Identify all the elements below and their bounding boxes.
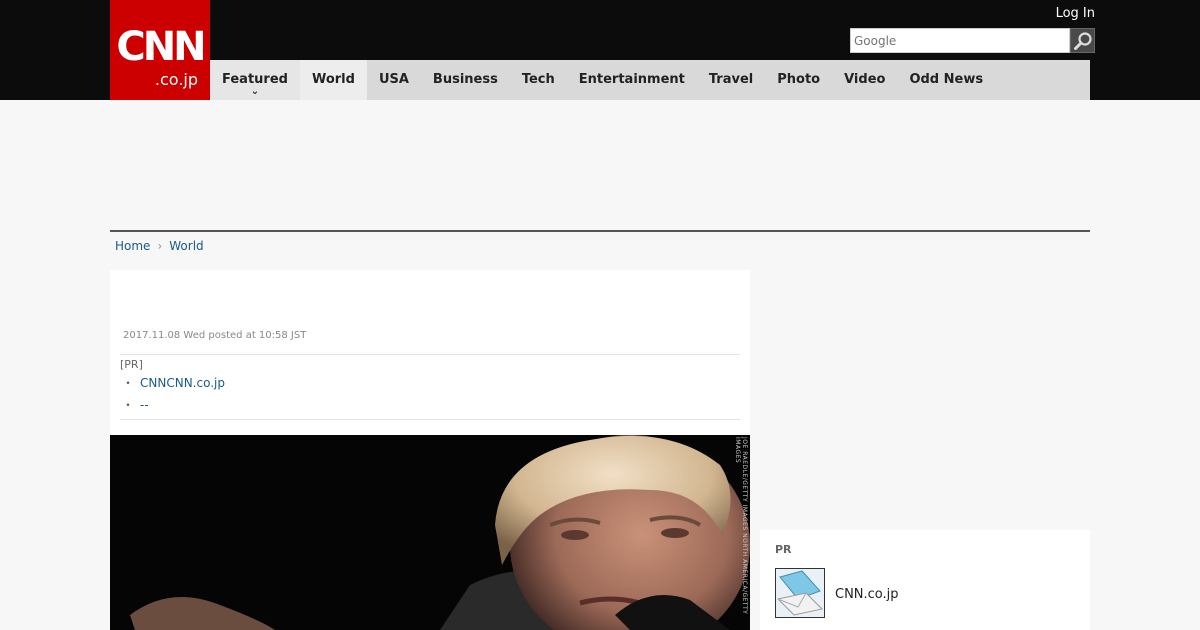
nav-item-business[interactable]: Business	[421, 60, 510, 100]
bullet-icon: ・	[122, 398, 135, 412]
photo-credit: JOE RAEDLE/GETTY IMAGES NORTH AMERICA/GE…	[734, 437, 748, 615]
pr-item-name[interactable]: CNN.co.jp	[835, 587, 899, 603]
nav-item-label: Odd News	[909, 72, 984, 87]
login-link[interactable]: Log In	[1056, 6, 1095, 22]
pr-links-box: [PR] ・ CNNCNN.co.jp ・ --	[120, 354, 740, 420]
article-image	[110, 435, 750, 630]
breadcrumb: Home › World	[115, 238, 204, 254]
site-header: CNN .co.jp Log In Featured ⌄ World USA B…	[0, 0, 1200, 100]
pr-link[interactable]: CNNCNN.co.jp	[140, 376, 225, 390]
logo-main-text: CNN	[116, 24, 206, 70]
sidebar-pr-box: PR CNN.co.jp	[760, 530, 1090, 630]
chevron-down-icon: ⌄	[250, 86, 260, 97]
article-card: 2017.11.08 Wed posted at 10:58 JST [PR] …	[110, 270, 750, 630]
nav-item-featured[interactable]: Featured ⌄	[210, 60, 300, 100]
nav-item-odd-news[interactable]: Odd News	[897, 60, 995, 100]
pr-thumbnail[interactable]	[775, 568, 825, 618]
sidebar-pr-label: PR	[775, 543, 792, 556]
breadcrumb-home-link[interactable]: Home	[115, 238, 150, 254]
nav-item-label: Tech	[521, 72, 555, 87]
posted-timestamp: 2017.11.08 Wed posted at 10:58 JST	[123, 330, 307, 341]
nav-item-tech[interactable]: Tech	[510, 60, 567, 100]
logo-sub-text: .co.jp	[154, 70, 198, 89]
nav-item-label: World	[311, 72, 355, 87]
nav-item-label: USA	[378, 72, 409, 87]
pr-label: [PR]	[120, 358, 143, 371]
nav-item-label: Photo	[777, 72, 821, 87]
bullet-icon: ・	[122, 376, 135, 390]
breadcrumb-world-link[interactable]: World	[169, 238, 203, 254]
nav-item-label: Video	[844, 72, 886, 87]
pr-link[interactable]: --	[140, 398, 149, 412]
pr-link-item: ・ CNNCNN.co.jp	[122, 375, 225, 391]
nav-item-travel[interactable]: Travel	[697, 60, 765, 100]
search-input[interactable]	[850, 28, 1070, 53]
nav-item-label: Featured	[222, 72, 288, 87]
nav-item-entertainment[interactable]: Entertainment	[567, 60, 697, 100]
article-photo: JOE RAEDLE/GETTY IMAGES NORTH AMERICA/GE…	[110, 435, 750, 630]
magnifier-icon	[1073, 31, 1092, 50]
envelope-icon	[776, 569, 824, 617]
cnn-logo[interactable]: CNN .co.jp	[110, 0, 210, 100]
search-form	[850, 28, 1095, 53]
nav-item-video[interactable]: Video	[832, 60, 897, 100]
nav-item-label: Entertainment	[578, 72, 685, 87]
nav-item-usa[interactable]: USA	[367, 60, 421, 100]
main-nav: Featured ⌄ World USA Business Tech Enter…	[210, 60, 1090, 100]
nav-item-photo[interactable]: Photo	[765, 60, 832, 100]
search-button[interactable]	[1070, 28, 1095, 53]
pr-link-item: ・ --	[122, 397, 149, 413]
ad-divider	[110, 230, 1090, 232]
nav-item-label: Business	[432, 72, 498, 87]
nav-item-world[interactable]: World	[299, 60, 367, 100]
chevron-right-icon: ›	[157, 239, 163, 253]
nav-item-label: Travel	[708, 72, 754, 87]
